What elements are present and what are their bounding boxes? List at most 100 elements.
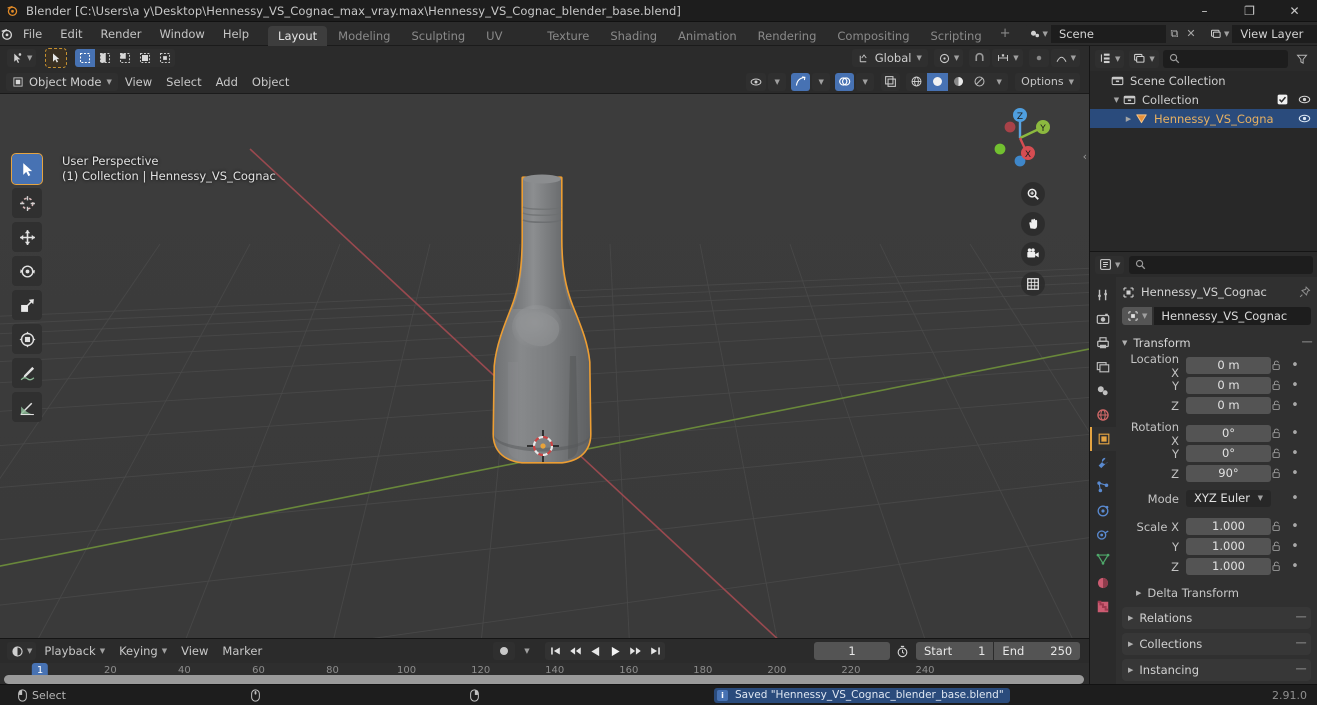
scene-browse-icon[interactable]: ▼	[1023, 24, 1051, 43]
shading-solid-button[interactable]	[927, 72, 949, 91]
object-expand-arrow-icon[interactable]: ▶	[1122, 115, 1135, 123]
scene-unlink-button[interactable]: ✕	[1183, 25, 1199, 43]
workspace-tab-uv-editing[interactable]: UV Editing	[476, 26, 536, 63]
viewport-3d[interactable]: ▼ Global ▼ ▼ ▼ ▼ Object Mode ▼ View Sele…	[0, 46, 1089, 638]
gizmo-toggle-button[interactable]	[791, 72, 811, 91]
workspace-tab-compositing[interactable]: Compositing	[827, 26, 919, 46]
workspace-tab-animation[interactable]: Animation	[668, 26, 747, 46]
eye-icon[interactable]	[1298, 94, 1311, 105]
outliner-search-input[interactable]	[1162, 49, 1288, 68]
constraints-tab[interactable]	[1090, 523, 1116, 547]
start-frame-field[interactable]: Start 1	[916, 642, 994, 660]
outliner-row-hennessy-object[interactable]: ▶ Hennessy_VS_Cogna	[1090, 109, 1317, 128]
transform-orientation-dropdown[interactable]: Global ▼	[851, 49, 928, 67]
lock-icon[interactable]	[1271, 521, 1288, 532]
outliner-filter-icon[interactable]	[1292, 50, 1312, 68]
shading-chevron-icon[interactable]: ▼	[990, 72, 1009, 91]
transform-panel-header[interactable]: ▼ Transform ━━	[1122, 333, 1312, 353]
location-x-field[interactable]: 0 m	[1186, 357, 1271, 374]
select-intersect-button[interactable]	[155, 49, 176, 67]
outliner-row-scene-collection[interactable]: Scene Collection	[1090, 71, 1317, 90]
tweak-tool-icon[interactable]	[11, 153, 43, 185]
object-name-field[interactable]: Hennessy_VS_Cognac	[1154, 307, 1311, 325]
move-tool-icon[interactable]	[12, 222, 42, 252]
animate-property-icon[interactable]: •	[1288, 560, 1302, 573]
output-tab[interactable]	[1090, 331, 1116, 355]
jump-to-end-button[interactable]	[645, 642, 665, 660]
add-workspace-button[interactable]: +	[993, 22, 1018, 46]
transform-tool-icon[interactable]	[12, 324, 42, 354]
lock-icon[interactable]	[1271, 360, 1288, 371]
scale-x-field[interactable]: 1.000	[1186, 518, 1271, 535]
end-frame-field[interactable]: End 250	[994, 642, 1081, 660]
select-subtract-button[interactable]	[115, 49, 136, 67]
lock-icon[interactable]	[1271, 541, 1288, 552]
select-set-button[interactable]	[75, 49, 96, 67]
workspace-tab-scripting[interactable]: Scripting	[921, 26, 992, 46]
shading-rendered-button[interactable]	[969, 72, 991, 91]
texture-tab[interactable]	[1090, 595, 1116, 619]
view-layer-name-field[interactable]: View Layer	[1232, 24, 1317, 43]
minimize-button[interactable]: –	[1182, 0, 1227, 22]
select-extend-button[interactable]	[95, 49, 116, 67]
navigation-gizmo[interactable]: Z Y X	[986, 104, 1054, 172]
workspace-tab-rendering[interactable]: Rendering	[748, 26, 827, 46]
world-tab[interactable]	[1090, 403, 1116, 427]
scene-name-field[interactable]: Scene	[1050, 24, 1166, 43]
active-tool-icon[interactable]: ▼	[7, 49, 37, 67]
rotate-tool-icon[interactable]	[12, 256, 42, 286]
shading-wireframe-button[interactable]	[906, 72, 928, 91]
workspace-tab-modeling[interactable]: Modeling	[328, 26, 400, 46]
overlays-chevron-icon[interactable]: ▼	[856, 72, 875, 91]
pin-icon[interactable]	[1299, 286, 1311, 298]
animate-property-icon[interactable]: •	[1288, 492, 1302, 505]
animate-property-icon[interactable]: •	[1288, 520, 1302, 533]
animate-property-icon[interactable]: •	[1288, 540, 1302, 553]
outliner-editor[interactable]: ▼ ▼ Scene Collection ▼ Collection ▶ Henn…	[1089, 46, 1317, 251]
properties-editor[interactable]: ▼ Hennessy_VS_Cognac ▼ Hennessy_VS_Cogna…	[1089, 251, 1317, 684]
measure-tool-icon[interactable]	[12, 392, 42, 422]
properties-search-input[interactable]	[1129, 255, 1313, 274]
snap-to-dropdown[interactable]: ▼	[992, 49, 1023, 67]
relations-panel[interactable]: ▶ Relations ━━	[1122, 607, 1311, 629]
maximize-button[interactable]: ❐	[1227, 0, 1272, 22]
proportional-edit-icon[interactable]	[1028, 49, 1049, 67]
camera-view-button[interactable]	[1021, 242, 1045, 266]
data-tab[interactable]	[1090, 547, 1116, 571]
overlays-toggle-button[interactable]	[835, 72, 855, 91]
outliner-display-mode-dropdown[interactable]: ▼	[1129, 49, 1159, 68]
play-button[interactable]	[605, 642, 625, 660]
viewport-menu-object[interactable]: Object	[245, 70, 296, 94]
xray-toggle-button[interactable]	[881, 72, 901, 91]
rotation-y-field[interactable]: 0°	[1186, 445, 1271, 462]
physics-tab[interactable]	[1090, 499, 1116, 523]
menu-edit[interactable]: Edit	[51, 22, 91, 46]
outliner-editor-type-dropdown[interactable]: ▼	[1095, 49, 1125, 68]
viewport-menu-add[interactable]: Add	[209, 70, 245, 94]
viewport-options-dropdown[interactable]: Options ▼	[1015, 72, 1080, 91]
view-layer-browse-icon[interactable]: ▼	[1204, 24, 1233, 43]
blender-menu-icon[interactable]	[0, 27, 14, 41]
lock-icon[interactable]	[1271, 561, 1288, 572]
object-browse-button[interactable]: ▼	[1122, 307, 1153, 325]
tool-tab[interactable]	[1090, 283, 1116, 307]
scene-tab[interactable]	[1090, 379, 1116, 403]
collection-checkbox[interactable]	[1277, 94, 1288, 105]
lock-icon[interactable]	[1271, 380, 1288, 391]
viewport-menu-view[interactable]: View	[118, 70, 159, 94]
jump-to-prev-keyframe-button[interactable]	[565, 642, 585, 660]
timeline-editor[interactable]: ▼ Playback ▼ Keying ▼ View Marker ▼ 1 St…	[0, 638, 1089, 685]
animate-property-icon[interactable]: •	[1288, 447, 1302, 460]
jump-to-next-keyframe-button[interactable]	[625, 642, 645, 660]
animate-property-icon[interactable]: •	[1288, 399, 1302, 412]
particles-tab[interactable]	[1090, 475, 1116, 499]
viewport-canvas[interactable]: User Perspective (1) Collection | Hennes…	[0, 94, 1089, 638]
close-button[interactable]: ✕	[1272, 0, 1317, 22]
auto-keying-chevron-icon[interactable]: ▼	[518, 642, 536, 660]
modifier-tab[interactable]	[1090, 451, 1116, 475]
scale-y-field[interactable]: 1.000	[1186, 538, 1271, 555]
timeline-scrollbar[interactable]	[4, 675, 1084, 684]
view-layer-tab[interactable]	[1090, 355, 1116, 379]
play-reverse-button[interactable]	[585, 642, 605, 660]
annotate-tool-icon[interactable]	[12, 358, 42, 388]
